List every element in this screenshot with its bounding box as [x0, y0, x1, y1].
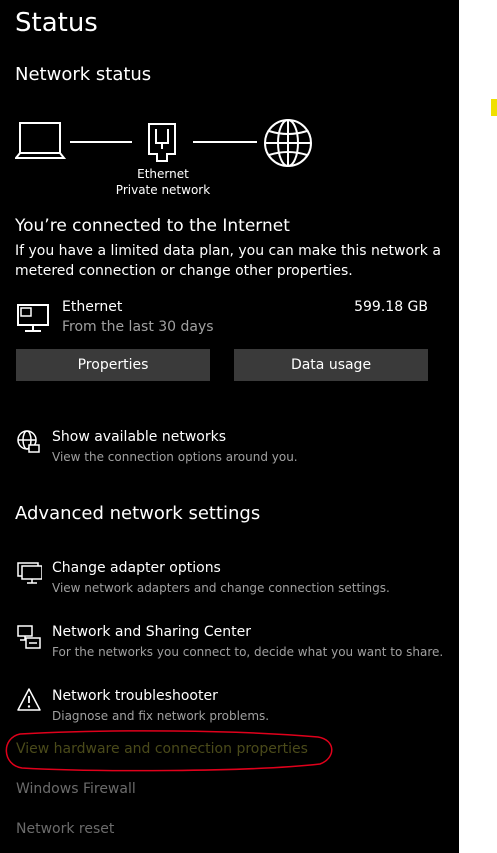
sharing-center-title: Network and Sharing Center	[52, 624, 252, 640]
network-reset-link[interactable]: Network reset	[16, 821, 114, 837]
ethernet-monitor-icon	[16, 303, 50, 333]
change-adapter-title: Change adapter options	[52, 560, 221, 576]
sharing-center-desc: For the networks you connect to, decide …	[52, 645, 444, 659]
troubleshooter-title: Network troubleshooter	[52, 688, 218, 704]
advanced-settings-heading: Advanced network settings	[15, 503, 261, 524]
connection-period: From the last 30 days	[62, 319, 214, 335]
change-adapter-desc: View network adapters and change connect…	[52, 581, 390, 595]
connected-desc-line2: metered connection or change other prope…	[15, 263, 353, 279]
show-available-networks-link[interactable]: Show available networks View the connect…	[0, 422, 440, 470]
change-adapter-options-link[interactable]: Change adapter options View network adap…	[0, 553, 440, 601]
red-annotation-ellipse	[0, 728, 340, 778]
settings-panel: Status Network status Ethernet Private n…	[0, 0, 459, 853]
network-status-heading: Network status	[15, 64, 152, 85]
network-sharing-center-link[interactable]: Network and Sharing Center For the netwo…	[0, 617, 450, 665]
adapter-icon	[16, 560, 42, 586]
laptop-icon	[15, 121, 67, 161]
show-networks-title: Show available networks	[52, 429, 227, 445]
network-type-label: Private network	[115, 183, 211, 197]
connected-desc-line1: If you have a limited data plan, you can…	[15, 243, 441, 259]
warning-icon	[16, 687, 42, 713]
properties-button[interactable]: Properties	[16, 349, 210, 381]
ethernet-port-icon	[146, 121, 178, 163]
network-troubleshooter-link[interactable]: Network troubleshooter Diagnose and fix …	[0, 681, 440, 729]
globe-icon	[263, 118, 313, 168]
page-title: Status	[15, 8, 98, 38]
accent-marker	[491, 99, 497, 116]
show-networks-desc: View the connection options around you.	[52, 450, 298, 464]
connection-line-right	[193, 141, 257, 143]
globe-small-icon	[16, 429, 42, 455]
connected-heading: You’re connected to the Internet	[15, 216, 290, 236]
adapter-name-label: Ethernet	[137, 167, 189, 181]
connection-name: Ethernet	[62, 299, 123, 315]
data-usage-amount: 599.18 GB	[354, 299, 428, 315]
sharing-center-icon	[16, 624, 42, 650]
troubleshooter-desc: Diagnose and fix network problems.	[52, 709, 270, 723]
connection-line-left	[70, 141, 132, 143]
data-usage-button[interactable]: Data usage	[234, 349, 428, 381]
windows-firewall-link[interactable]: Windows Firewall	[16, 781, 136, 797]
